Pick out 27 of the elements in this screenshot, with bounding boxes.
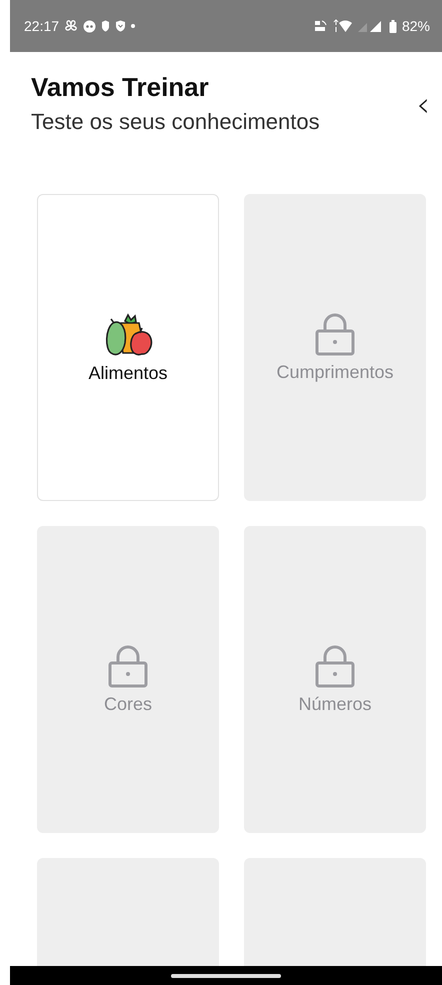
game-icon <box>83 20 96 32</box>
topic-label: Números <box>298 694 372 715</box>
back-button[interactable]: ‹ <box>412 88 434 122</box>
topic-label: Cumprimentos <box>276 362 394 383</box>
battery-icon <box>388 20 397 32</box>
shield-icon <box>115 20 126 32</box>
page-title: Vamos Treinar <box>31 71 210 104</box>
locked-topic-card[interactable]: Números <box>244 526 426 833</box>
wifi-icon <box>332 19 353 33</box>
locked-topic-card[interactable]: Cumprimentos <box>244 194 426 501</box>
status-time: 22:17 <box>24 18 60 34</box>
shield-icon <box>101 20 110 32</box>
topic-label: Cores <box>104 694 152 715</box>
lock-icon <box>315 644 355 688</box>
page-subtitle: Teste os seus conhecimentos <box>31 108 321 136</box>
lock-icon <box>315 312 355 356</box>
battery-level: 82% <box>402 18 430 34</box>
fruit-icon <box>103 311 153 357</box>
topic-card[interactable]: Alimentos <box>37 194 219 501</box>
dot-icon <box>131 24 136 28</box>
signal-icon <box>358 20 384 32</box>
lock-icon <box>108 644 148 688</box>
home-indicator[interactable] <box>171 974 281 978</box>
topic-label: Alimentos <box>88 363 168 384</box>
fan-icon <box>64 19 78 33</box>
locked-topic-card[interactable]: Cores <box>37 526 219 833</box>
volte-icon <box>314 20 328 32</box>
